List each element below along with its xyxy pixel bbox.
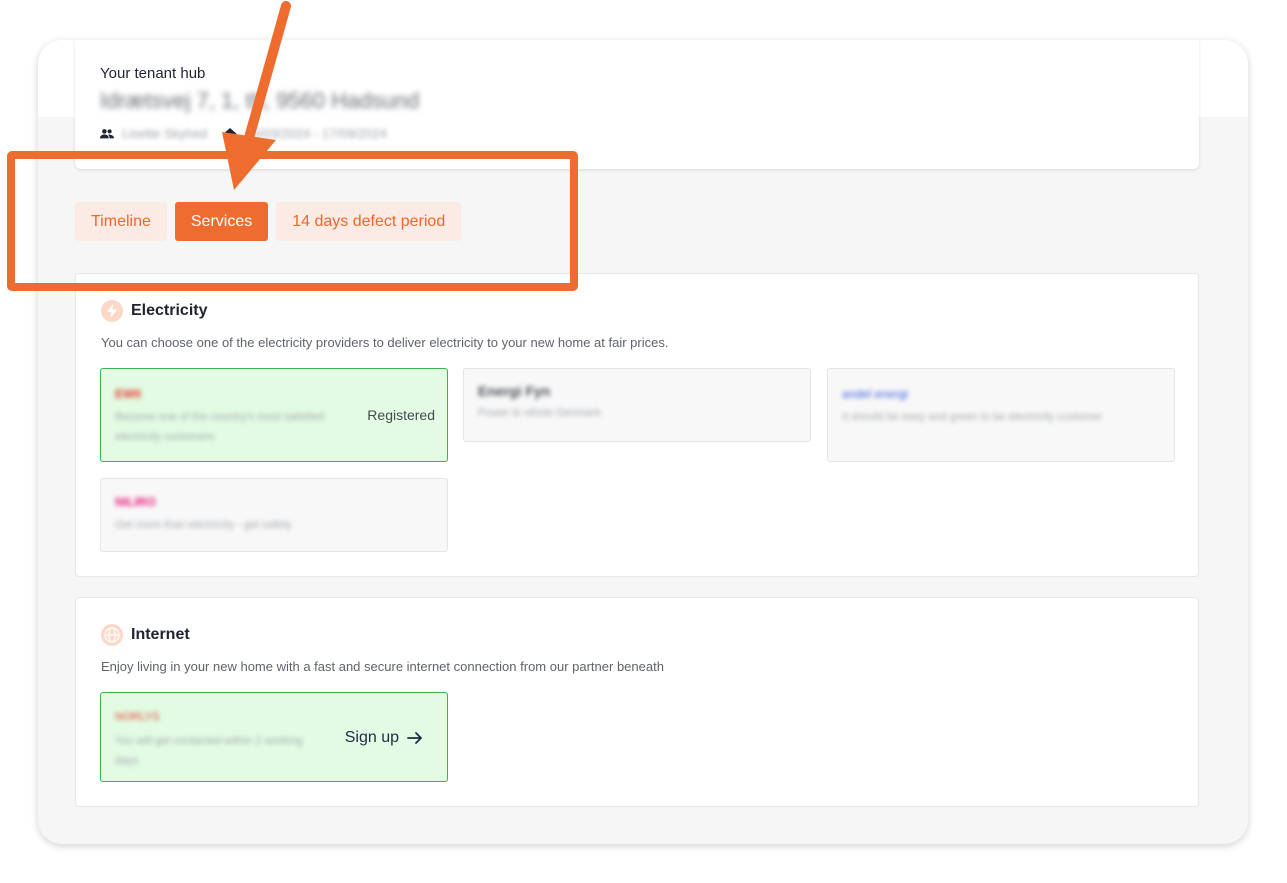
provider-card-energi-fyn[interactable]: Energi Fyn Power to whole Denmark xyxy=(463,368,811,442)
sign-up-label: Sign up xyxy=(344,729,399,746)
provider-description: It should be easy and green to be electr… xyxy=(842,411,1103,423)
electricity-header: Electricity xyxy=(101,300,207,322)
provider-card-ewii[interactable]: EWII Become one of the country's most sa… xyxy=(100,368,448,462)
electricity-section: Electricity You can choose one of the el… xyxy=(75,273,1199,577)
electricity-title: Electricity xyxy=(131,302,208,319)
provider-name: NORLYS xyxy=(115,711,160,723)
provider-name: EWII xyxy=(115,387,141,401)
internet-description: Enjoy living in your new home with a fas… xyxy=(101,659,664,674)
internet-title: Internet xyxy=(131,626,190,643)
provider-description: Power to whole Denmark xyxy=(478,407,601,419)
provider-description: You will get contacted within 2 working … xyxy=(115,735,303,767)
sign-up-button[interactable]: Sign up xyxy=(345,729,423,747)
internet-section: Internet Enjoy living in your new home w… xyxy=(75,597,1199,807)
provider-card-niliro[interactable]: NILIRO Get more than electricity - get s… xyxy=(100,478,448,552)
provider-name: Energi Fyn xyxy=(478,383,551,399)
annotation-arrow-icon xyxy=(222,1,291,190)
provider-card-andel-energi[interactable]: andel energi It should be easy and green… xyxy=(827,368,1175,462)
electricity-description: You can choose one of the electricity pr… xyxy=(101,335,669,350)
provider-card-norlys[interactable]: NORLYS You will get contacted within 2 w… xyxy=(100,692,448,782)
provider-name: NILIRO xyxy=(115,495,156,509)
registered-status: Registered xyxy=(367,407,435,423)
arrow-right-icon xyxy=(407,732,422,744)
provider-description: Get more than electricity - get safety xyxy=(115,519,292,531)
provider-description: Become one of the country's most satisfi… xyxy=(115,411,325,443)
lightning-icon xyxy=(101,300,123,322)
provider-name: andel energi xyxy=(842,387,909,401)
internet-header: Internet xyxy=(101,624,190,646)
globe-icon xyxy=(101,624,123,646)
